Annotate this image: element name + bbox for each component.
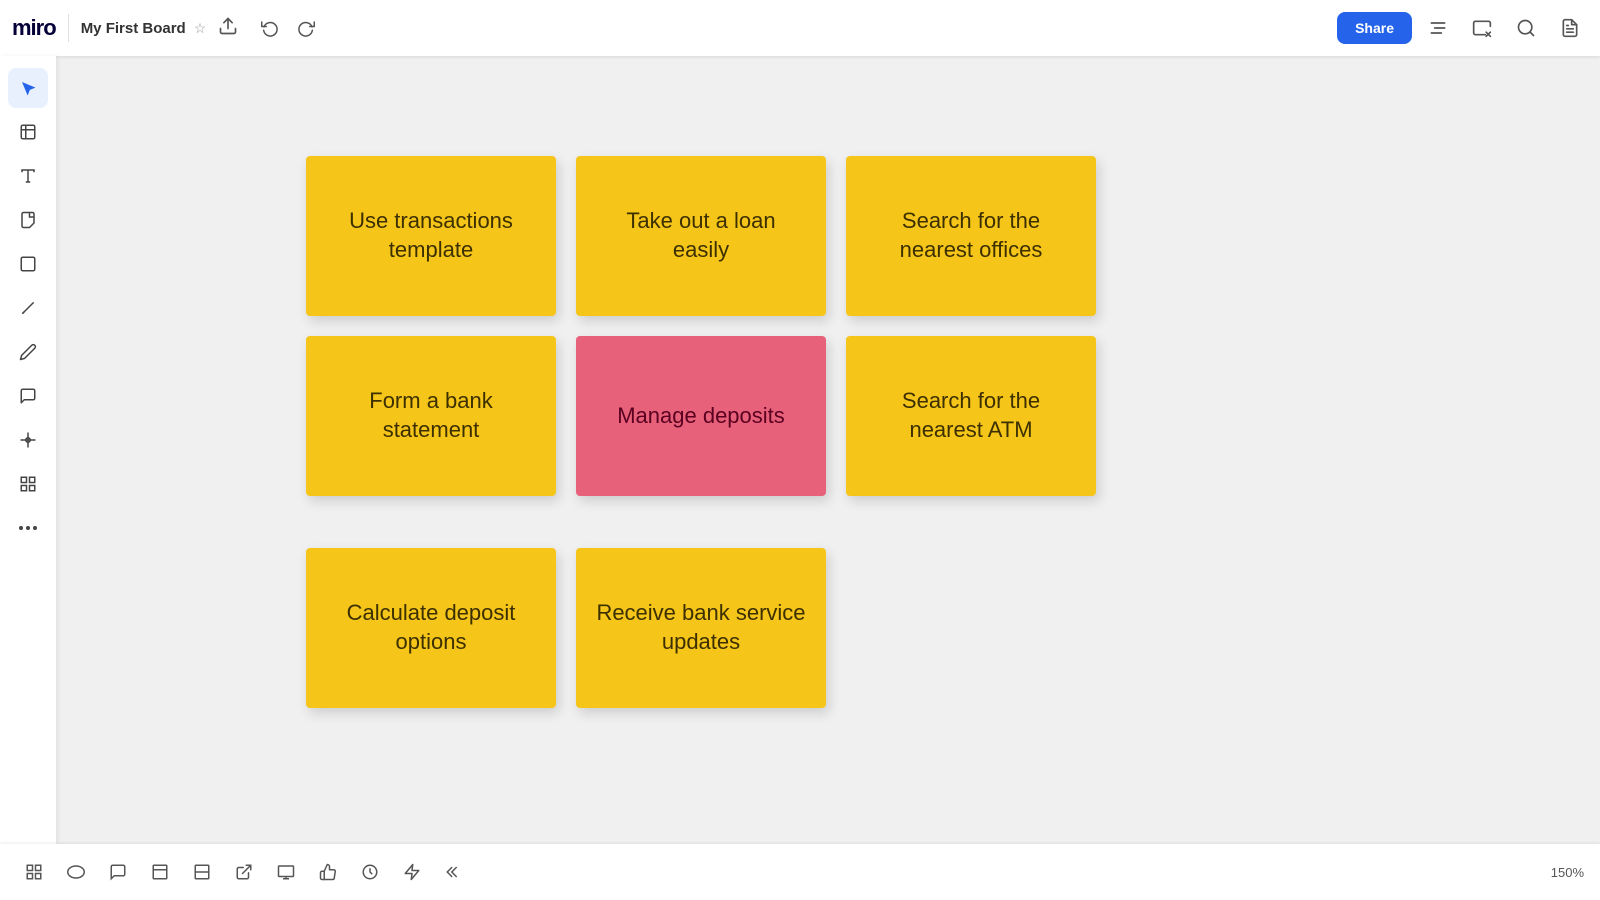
note-transactions[interactable]: Use transactions template (306, 156, 556, 316)
note-calc[interactable]: Calculate deposit options (306, 548, 556, 708)
left-sidebar (0, 56, 56, 844)
undo-button[interactable] (254, 12, 286, 44)
sidebar-item-text[interactable] (8, 156, 48, 196)
layout-icon-btn[interactable] (184, 854, 220, 890)
board-name: My First Board (81, 20, 186, 37)
topbar-right: Share (1337, 10, 1588, 46)
sidebar-item-comment[interactable] (8, 376, 48, 416)
grid-icon-btn[interactable] (16, 854, 52, 890)
note-deposits[interactable]: Manage deposits (576, 336, 826, 496)
sidebar-item-frames[interactable] (8, 112, 48, 152)
sidebar-item-more[interactable] (8, 508, 48, 548)
share-button[interactable]: Share (1337, 12, 1412, 44)
canvas[interactable]: Use transactions template Take out a loa… (56, 56, 1600, 844)
presentation-icon-btn[interactable] (268, 854, 304, 890)
upload-icon[interactable] (218, 16, 238, 41)
notes-grid-bottom: Calculate deposit options Receive bank s… (306, 548, 1096, 708)
notes-icon-btn[interactable] (1552, 10, 1588, 46)
undo-redo-group (254, 12, 322, 44)
search-icon-btn[interactable] (1508, 10, 1544, 46)
sidebar-item-sticky[interactable] (8, 200, 48, 240)
timer-icon-btn[interactable] (352, 854, 388, 890)
zoom-level: 150% (1551, 865, 1584, 880)
star-icon[interactable]: ☆ (194, 20, 207, 37)
note-offices[interactable]: Search for the nearest offices (846, 156, 1096, 316)
lightning-icon-btn[interactable] (394, 854, 430, 890)
sidebar-item-crop[interactable] (8, 420, 48, 460)
bottom-toolbar: 150% (0, 844, 1600, 900)
topbar: miro My First Board ☆ Share (0, 0, 1600, 56)
note-statement[interactable]: Form a bank statement (306, 336, 556, 496)
redo-button[interactable] (290, 12, 322, 44)
sidebar-item-cursor[interactable] (8, 68, 48, 108)
note-loan[interactable]: Take out a loan easily (576, 156, 826, 316)
note-atm[interactable]: Search for the nearest ATM (846, 336, 1096, 496)
topbar-divider1 (68, 14, 69, 42)
equalizer-icon-btn[interactable] (1420, 10, 1456, 46)
sidebar-item-pen[interactable] (8, 288, 48, 328)
sidebar-item-shapes[interactable] (8, 244, 48, 284)
chat-icon-btn[interactable] (100, 854, 136, 890)
note-updates[interactable]: Receive bank service updates (576, 548, 826, 708)
sidebar-item-chart[interactable] (8, 464, 48, 504)
sidebar-item-pencil[interactable] (8, 332, 48, 372)
collapse-icon-btn[interactable] (436, 854, 472, 890)
frame-icon-btn[interactable] (142, 854, 178, 890)
miro-logo: miro (12, 15, 56, 41)
export-icon-btn[interactable] (226, 854, 262, 890)
like-icon-btn[interactable] (310, 854, 346, 890)
ellipse-icon-btn[interactable] (58, 854, 94, 890)
template-icon-btn[interactable] (1464, 10, 1500, 46)
